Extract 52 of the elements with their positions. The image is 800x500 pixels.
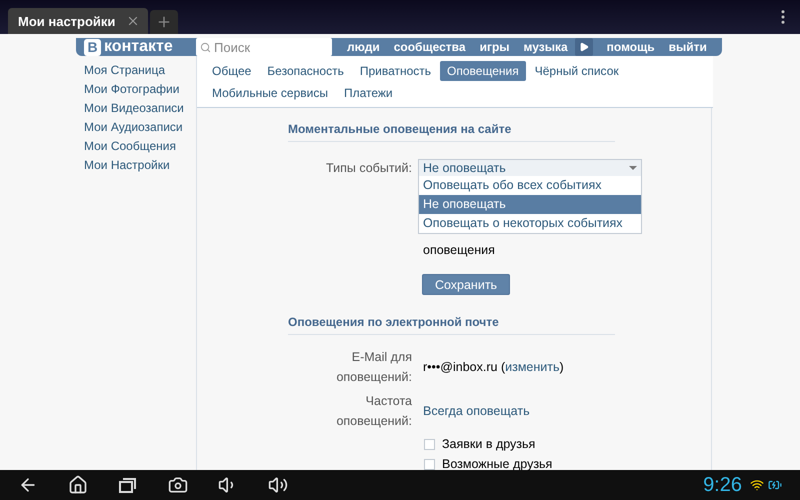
nav-link[interactable]: люди xyxy=(347,40,380,54)
save-button[interactable]: Сохранить xyxy=(422,274,510,295)
note-text: оповещения xyxy=(423,242,495,259)
email-text: r•••@inbox.ru (изменить) xyxy=(423,359,564,376)
sidebar-item[interactable]: Мои Сообщения xyxy=(84,138,196,154)
search-icon xyxy=(200,42,211,52)
nav-link[interactable]: помощь xyxy=(606,40,655,54)
event-type-select[interactable]: Не оповещать xyxy=(418,159,642,177)
section-title: Оповещения по электронной почте xyxy=(288,315,615,335)
checkbox-label: Заявки в друзья xyxy=(442,437,536,451)
sidebar-item[interactable]: Мои Фотографии xyxy=(84,81,196,97)
plus-icon xyxy=(156,14,172,30)
search-field[interactable]: Поиск xyxy=(196,38,332,56)
settings-tab[interactable]: Приватность xyxy=(352,61,438,81)
site-logo[interactable]: В контакте xyxy=(84,38,196,56)
play-button[interactable] xyxy=(574,38,593,56)
dropdown-option[interactable]: Не оповещать xyxy=(419,195,641,214)
nav-link[interactable]: выйти xyxy=(668,40,707,54)
caret-icon xyxy=(629,166,637,170)
play-icon xyxy=(578,42,589,52)
section-title: Моментальные оповещения на сайте xyxy=(288,122,615,142)
settings-tab[interactable]: Чёрный список xyxy=(528,61,626,81)
settings-tab[interactable]: Общее xyxy=(205,61,258,81)
nav-link[interactable]: сообщества xyxy=(394,40,466,54)
camera-icon[interactable] xyxy=(168,475,188,495)
settings-tab[interactable]: Безопасность xyxy=(260,61,351,81)
browser-tab[interactable]: Мои настройки xyxy=(8,8,148,34)
sidebar-item[interactable]: Моя Страница xyxy=(84,62,196,78)
change-link[interactable]: изменить xyxy=(505,360,560,374)
battery-icon xyxy=(768,478,782,492)
home-icon[interactable] xyxy=(68,475,88,495)
settings-tab[interactable]: Оповещения xyxy=(440,61,526,81)
close-icon[interactable] xyxy=(126,14,140,28)
wifi-icon xyxy=(750,478,764,492)
checkbox[interactable] xyxy=(424,438,435,450)
sidebar-item[interactable]: Мои Настройки xyxy=(84,157,196,173)
sidebar-item[interactable]: Мои Видеозаписи xyxy=(84,100,196,116)
nav-link[interactable]: музыка xyxy=(524,40,568,54)
nav-link[interactable]: игры xyxy=(480,40,510,54)
settings-tab[interactable]: Платежи xyxy=(336,83,400,103)
search-input[interactable]: Поиск xyxy=(214,40,324,54)
frequency-link[interactable]: Всегда оповещать xyxy=(423,404,530,418)
field-label: E-Mail для оповещений: xyxy=(335,349,412,386)
clock: 9:26 xyxy=(703,474,742,496)
settings-tab[interactable]: Мобильные сервисы xyxy=(205,83,335,103)
recent-apps-icon[interactable] xyxy=(118,476,138,494)
field-label: Частота оповещений: xyxy=(335,393,412,430)
new-tab-button[interactable] xyxy=(150,10,178,34)
volume-up-icon[interactable] xyxy=(268,475,288,495)
checkbox[interactable] xyxy=(424,458,435,470)
sidebar-item[interactable]: Мои Аудиозаписи xyxy=(84,119,196,135)
field-label: Типы событий: xyxy=(325,160,412,177)
